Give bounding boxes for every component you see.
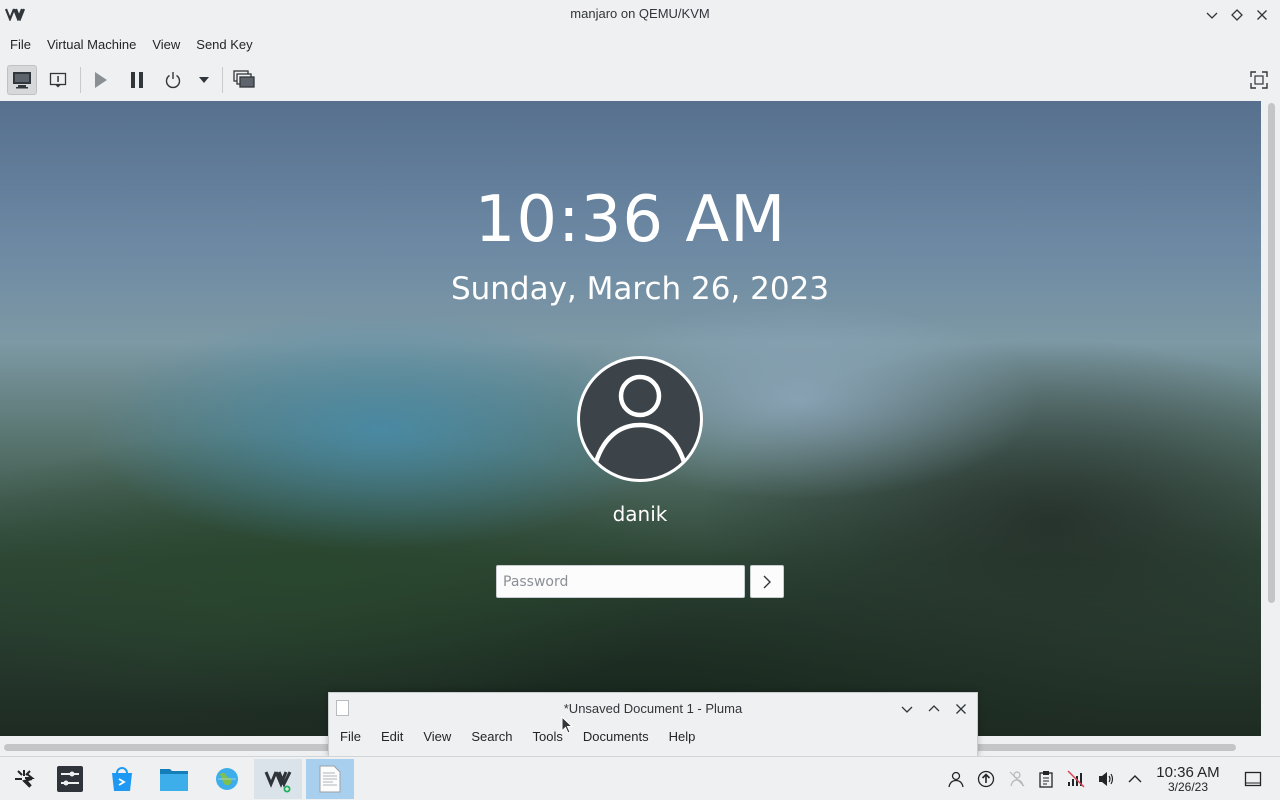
task-system-settings[interactable] [46,759,94,799]
pluma-menu-help[interactable]: Help [660,726,707,747]
chevron-right-icon [763,575,771,588]
taskbar: 10:36 AM 3/26/23 [0,756,1280,800]
maximize-button[interactable] [1226,4,1247,25]
vertical-scroll-thumb[interactable] [1268,103,1275,603]
task-pluma[interactable] [306,759,354,799]
diamond-icon [1230,8,1243,21]
menu-view[interactable]: View [144,33,188,56]
pluma-icon [319,765,341,793]
toolbar [0,59,1280,101]
pluma-menu-documents[interactable]: Documents [574,726,660,747]
pluma-close-button[interactable] [950,698,971,719]
show-desktop-icon [1244,771,1262,787]
guest-display[interactable]: 10:36 AM Sunday, March 26, 2023 danik [0,101,1261,736]
menu-send-key[interactable]: Send Key [188,33,260,56]
lockscreen-date: Sunday, March 26, 2023 [450,271,830,307]
task-discover[interactable] [98,759,146,799]
user-icon [948,771,964,788]
menu-virtual-machine[interactable]: Virtual Machine [39,33,144,56]
password-field[interactable] [496,565,745,598]
pluma-menubar: File Edit View Search Tools Documents He… [331,726,706,747]
close-icon [1256,9,1267,20]
show-details-button[interactable] [43,65,73,95]
pluma-minimize-button[interactable] [896,698,917,719]
pluma-menu-search[interactable]: Search [462,726,523,747]
chevron-up-icon [928,704,939,711]
application-launcher-icon [15,770,35,788]
pause-icon [131,72,143,88]
snapshots-button[interactable] [229,65,259,95]
task-file-manager[interactable] [150,759,198,799]
tray-kde-connect[interactable] [1007,769,1027,789]
tray-network[interactable] [1066,769,1086,789]
tray-volume[interactable] [1096,769,1116,789]
chevron-down-icon [901,706,912,713]
window-title: manjaro on QEMU/KVM [570,6,710,21]
taskbar-clock-time[interactable]: 10:36 AM [1148,765,1228,780]
shutdown-button[interactable] [158,65,188,95]
system-settings-icon [57,766,83,792]
pluma-menu-edit[interactable]: Edit [372,726,414,747]
tray-expand-button[interactable] [1125,769,1145,789]
shutdown-menu-button[interactable] [190,65,218,95]
user-avatar[interactable] [577,356,703,482]
application-launcher-button[interactable] [0,759,48,799]
update-icon [977,770,995,788]
kde-connect-icon [1009,771,1025,787]
power-icon [165,72,181,89]
play-icon [95,72,107,88]
file-manager-icon [160,769,188,791]
tray-updates[interactable] [976,769,996,789]
close-icon [955,703,966,714]
discover-icon [112,767,132,791]
tray-user-switcher[interactable] [946,769,966,789]
pause-button[interactable] [122,65,152,95]
pluma-menu-view[interactable]: View [414,726,462,747]
caret-down-icon [199,77,209,83]
task-virt-manager[interactable] [254,759,302,799]
username-label: danik [612,502,668,526]
mouse-cursor-icon [561,716,573,734]
chevron-up-icon [1128,775,1142,783]
clipboard-icon [1039,771,1053,788]
show-console-button[interactable] [7,65,37,95]
virt-manager-icon [264,771,292,793]
taskbar-clock-date[interactable]: 3/26/23 [1148,781,1228,793]
console-icon [13,72,31,89]
vertical-scrollbar[interactable] [1262,101,1280,737]
fullscreen-icon [1250,71,1268,89]
window-titlebar[interactable]: manjaro on QEMU/KVM [0,0,1280,29]
close-button[interactable] [1251,4,1272,25]
menubar: File Virtual Machine View Send Key [0,29,1280,59]
web-browser-icon [216,768,238,790]
lockscreen-clock: 10:36 AM [474,183,787,257]
menu-file[interactable]: File [2,33,39,56]
tray-clipboard[interactable] [1036,769,1056,789]
task-web-browser[interactable] [203,759,251,799]
pluma-maximize-button[interactable] [923,698,944,719]
pluma-menu-file[interactable]: File [331,726,372,747]
run-button[interactable] [85,65,115,95]
network-disconnected-icon [1067,770,1085,788]
pluma-window[interactable]: *Unsaved Document 1 - Pluma File Edit Vi… [328,692,978,758]
chevron-down-icon [1206,12,1217,19]
volume-icon [1099,772,1114,786]
details-icon [49,72,67,88]
snapshots-icon [233,70,255,88]
minimize-button[interactable] [1201,4,1222,25]
fullscreen-button[interactable] [1244,65,1274,95]
show-desktop-button[interactable] [1243,769,1263,789]
pluma-title: *Unsaved Document 1 - Pluma [563,701,743,716]
login-button[interactable] [750,565,784,598]
user-icon [591,374,689,470]
